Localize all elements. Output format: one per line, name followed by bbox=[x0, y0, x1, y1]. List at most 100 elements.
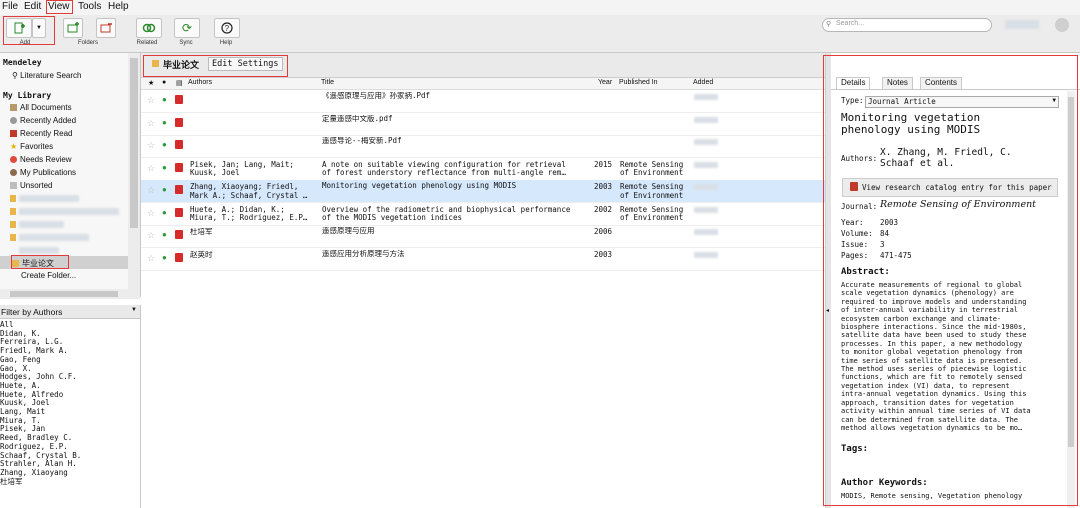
filter-header[interactable]: Filter by Authors ▼ bbox=[0, 305, 140, 319]
pdf-icon[interactable] bbox=[175, 117, 183, 127]
star-icon[interactable]: ☆ bbox=[147, 141, 155, 150]
sidebar-item-all-documents[interactable]: All Documents bbox=[10, 103, 72, 115]
menu-bar: File Edit View Tools Help bbox=[0, 0, 1080, 15]
table-row[interactable]: ☆ ● Pisek, Jan; Lang, Mait; Kuusk, Joel A n… bbox=[141, 158, 825, 181]
row-published-in: Remote Sensing of Environment bbox=[620, 205, 684, 222]
review-icon bbox=[10, 156, 17, 163]
pdf-icon[interactable] bbox=[175, 230, 183, 239]
row-authors: 杜培军 bbox=[190, 228, 213, 236]
row-title: Overview of the radiometric and biophysi… bbox=[322, 205, 571, 222]
sidebar-item-literature-search[interactable]: ⚲ Literature Search bbox=[12, 71, 81, 83]
pdf-icon[interactable] bbox=[175, 95, 183, 104]
star-icon[interactable]: ☆ bbox=[147, 254, 155, 263]
remove-folder-button[interactable] bbox=[96, 18, 116, 38]
pdf-icon[interactable] bbox=[175, 140, 183, 149]
folder-name-redacted[interactable] bbox=[19, 247, 59, 254]
table-row[interactable]: ☆ ● Zhang, Xiaoyang; Friedl, Mark A.; Scha… bbox=[141, 180, 825, 203]
star-icon[interactable]: ☆ bbox=[147, 186, 155, 195]
star-icon[interactable]: ☆ bbox=[147, 96, 155, 105]
star-icon[interactable]: ☆ bbox=[147, 119, 155, 128]
row-title: 遥感应用分析原理与方法 bbox=[322, 249, 405, 258]
pdf-icon[interactable] bbox=[175, 252, 183, 262]
col-added[interactable]: Added bbox=[693, 79, 713, 86]
pdf-icon[interactable] bbox=[175, 185, 183, 194]
read-status-icon[interactable]: ● bbox=[162, 96, 167, 105]
sidebar-item-favorites[interactable]: ★ Favorites bbox=[10, 142, 53, 154]
person-icon bbox=[10, 169, 17, 176]
added-date-redacted bbox=[694, 206, 718, 213]
highlight-view-menu bbox=[46, 0, 73, 14]
sidebar-item-needs-review[interactable]: Needs Review bbox=[10, 155, 72, 167]
read-status-icon[interactable]: ● bbox=[162, 231, 167, 240]
row-authors: Zhang, Xiaoyang; Friedl, Mark A.; Schaaf… bbox=[190, 183, 308, 200]
col-authors[interactable]: Authors bbox=[188, 79, 212, 86]
read-status-column-icon[interactable]: ● bbox=[162, 79, 166, 86]
menu-help[interactable]: Help bbox=[108, 1, 129, 12]
table-row[interactable]: ☆ ● 赵英时 遥感应用分析原理与方法 2003 bbox=[141, 248, 825, 271]
star-icon[interactable]: ☆ bbox=[147, 164, 155, 173]
row-title: A note on suitable viewing configuration… bbox=[322, 160, 566, 177]
sidebar-hscrollbar-thumb[interactable] bbox=[10, 291, 118, 297]
row-authors: 赵英时 bbox=[190, 250, 213, 259]
folder-name-redacted[interactable] bbox=[19, 208, 119, 215]
sidebar-item-unsorted[interactable]: Unsorted bbox=[10, 181, 52, 193]
author-filter-item[interactable]: 杜培军 bbox=[0, 477, 23, 487]
sidebar-scrollbar-thumb[interactable] bbox=[130, 58, 138, 228]
star-icon[interactable]: ☆ bbox=[147, 231, 155, 240]
table-row[interactable]: ☆ ● 杜培军 遥感原理与应用 2006 bbox=[141, 225, 825, 248]
table-row[interactable]: ☆ ● 定量遥感中文版.pdf bbox=[141, 113, 825, 136]
row-published-in: Remote Sensing of Environment bbox=[620, 183, 684, 200]
avatar[interactable] bbox=[1055, 18, 1069, 32]
table-row[interactable]: ☆ ● Huete, A.; Didan, K.; Miura, T.; Rodri… bbox=[141, 203, 825, 226]
row-title: 遥感导论--梅安新.Pdf bbox=[322, 137, 402, 145]
star-column-icon[interactable]: ★ bbox=[148, 79, 154, 87]
menu-edit[interactable]: Edit bbox=[24, 1, 41, 12]
related-button[interactable] bbox=[136, 18, 162, 38]
added-date-redacted bbox=[694, 139, 718, 145]
help-button[interactable]: ? bbox=[214, 18, 240, 38]
read-status-icon[interactable]: ● bbox=[162, 254, 167, 263]
sidebar-item-recently-read[interactable]: Recently Read bbox=[10, 129, 72, 141]
sidebar-item-recently-added[interactable]: Recently Added bbox=[10, 116, 76, 128]
folder-icon bbox=[10, 208, 16, 215]
folder-name-redacted[interactable] bbox=[19, 221, 64, 228]
row-title: Monitoring vegetation phenology using MO… bbox=[322, 182, 517, 190]
folder-icon bbox=[10, 234, 16, 241]
sidebar-item-my-publications[interactable]: My Publications bbox=[10, 168, 76, 180]
row-year: 2006 bbox=[594, 228, 613, 236]
username-redacted bbox=[1005, 20, 1039, 29]
documents-icon bbox=[10, 104, 17, 111]
row-title: 定量遥感中文版.pdf bbox=[322, 114, 393, 123]
sync-label: Sync bbox=[179, 40, 193, 46]
document-column-icon[interactable]: ▤ bbox=[176, 79, 183, 87]
related-label: Related bbox=[136, 40, 158, 46]
table-row[interactable]: ☆ ● 遥感导论--梅安新.Pdf bbox=[141, 135, 825, 158]
add-folder-button[interactable] bbox=[63, 18, 83, 38]
read-status-icon[interactable]: ● bbox=[162, 141, 167, 150]
unsorted-icon bbox=[10, 182, 17, 189]
table-row[interactable]: ☆ ● 《遥感原理与应用》孙家抦.Pdf bbox=[141, 90, 825, 113]
read-status-icon[interactable]: ● bbox=[162, 164, 167, 173]
col-published-in[interactable]: Published In bbox=[619, 79, 658, 86]
column-header: ★ ● ▤ Authors Title Year Published In Ad… bbox=[141, 78, 825, 90]
sync-button[interactable]: ⟳ bbox=[174, 18, 200, 38]
folder-name-redacted[interactable] bbox=[19, 234, 89, 241]
added-date-redacted bbox=[694, 251, 718, 258]
row-title: 遥感原理与应用 bbox=[322, 227, 375, 235]
search-input[interactable]: ⚲ Search... bbox=[822, 18, 992, 32]
add-folder-icon bbox=[67, 22, 79, 33]
read-status-icon[interactable]: ● bbox=[162, 119, 167, 128]
menu-file[interactable]: File bbox=[2, 1, 18, 12]
read-status-icon[interactable]: ● bbox=[162, 209, 167, 218]
search-icon: ⚲ bbox=[12, 71, 21, 80]
added-date-redacted bbox=[694, 116, 718, 123]
menu-tools[interactable]: Tools bbox=[78, 1, 101, 12]
folder-name-redacted[interactable] bbox=[19, 195, 79, 202]
pdf-icon[interactable] bbox=[175, 162, 183, 172]
col-year[interactable]: Year bbox=[598, 79, 612, 86]
pdf-icon[interactable] bbox=[175, 207, 183, 217]
read-status-icon[interactable]: ● bbox=[162, 186, 167, 195]
sidebar-create-folder[interactable]: Create Folder... bbox=[21, 271, 76, 283]
star-icon[interactable]: ☆ bbox=[147, 209, 155, 218]
col-title[interactable]: Title bbox=[321, 79, 334, 86]
